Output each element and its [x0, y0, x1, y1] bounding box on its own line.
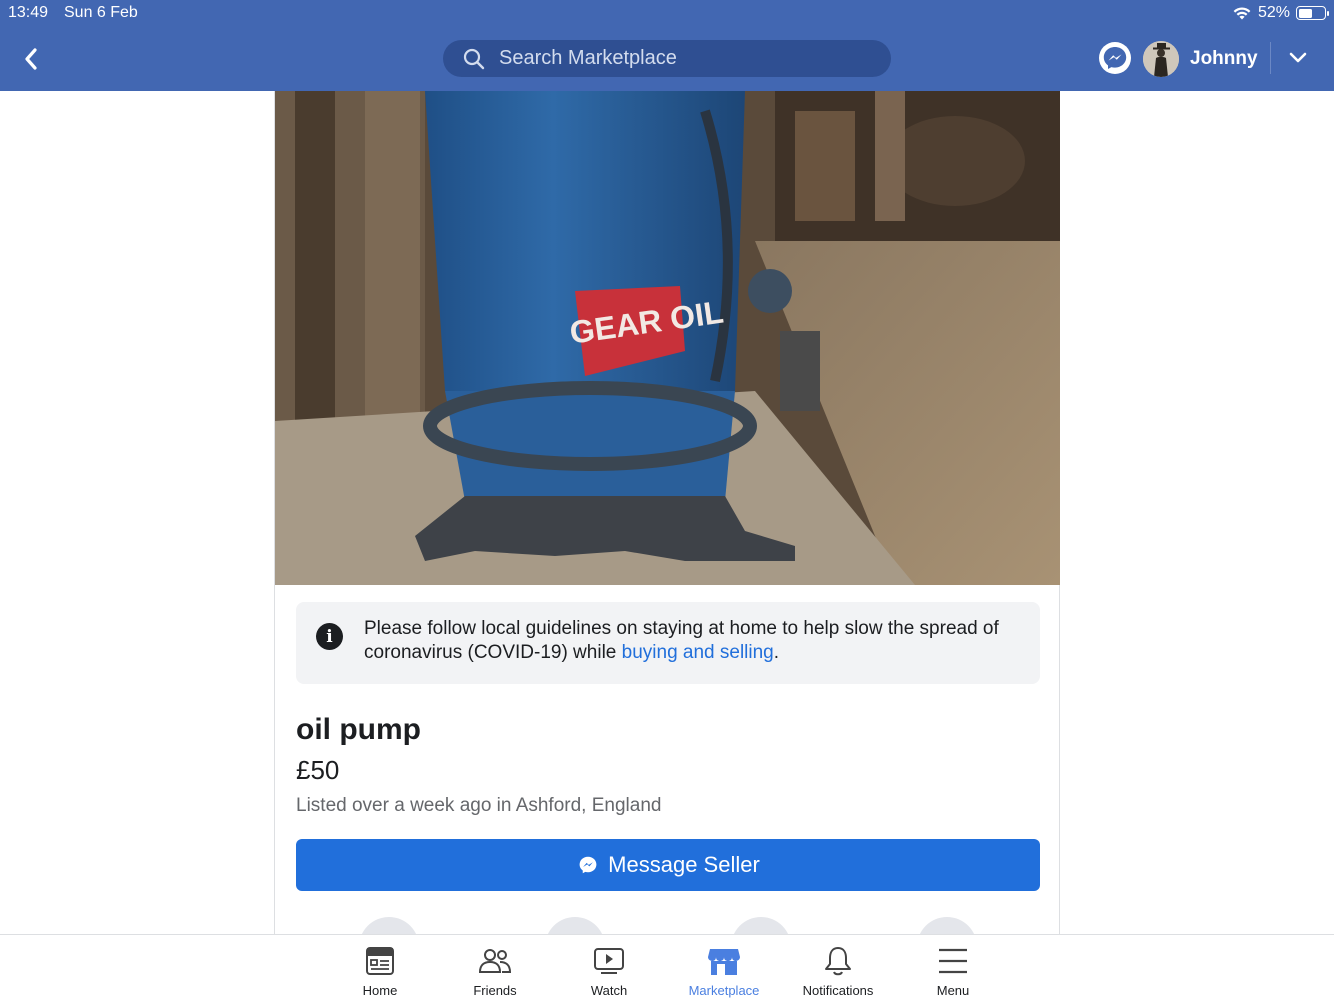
battery-percent: 52% [1257, 4, 1290, 21]
watch-icon [594, 948, 624, 974]
home-feed-icon [366, 947, 394, 975]
search-input[interactable] [499, 47, 859, 70]
tab-label-notifications: Notifications [802, 983, 874, 998]
status-indicators: 52% [1232, 4, 1329, 22]
status-bar: 13:49 Sun 6 Feb 52% [0, 0, 1334, 26]
app-root: 13:49 Sun 6 Feb 52% Search Marketplace J… [0, 0, 1334, 1000]
bottom-tab-bar: Home Friends Watch Marketplace Notificat… [0, 934, 1334, 1000]
chevron-down-icon [1289, 52, 1307, 63]
covid-notice: i Please follow local guidelines on stay… [296, 602, 1040, 684]
listing-meta: Listed over a week ago in Ashford, Engla… [296, 795, 662, 816]
notice-text: Please follow local guidelines on stayin… [364, 617, 1024, 665]
hamburger-icon [939, 948, 967, 974]
tab-label-marketplace: Marketplace [688, 983, 760, 998]
profile-photo [1143, 41, 1179, 77]
tab-friends[interactable]: Friends [440, 943, 550, 998]
messenger-icon [579, 856, 597, 874]
header-divider [1270, 42, 1271, 74]
info-icon: i [316, 623, 343, 650]
tab-label-menu: Menu [936, 983, 970, 998]
listing-price: £50 [296, 755, 340, 785]
tab-notifications[interactable]: Notifications [783, 943, 893, 998]
status-time: 13:49 [8, 4, 49, 21]
buying-and-selling-link[interactable]: buying and selling [622, 642, 774, 663]
oil-pump-photo: GEAR OIL [275, 91, 1060, 585]
search-icon [463, 48, 485, 69]
account-menu-button[interactable] [1284, 46, 1312, 70]
avatar[interactable] [1143, 41, 1179, 77]
notice-end: . [773, 642, 780, 663]
tab-marketplace[interactable]: Marketplace [669, 943, 779, 998]
chevron-left-icon [25, 48, 37, 70]
battery-fill [1298, 8, 1312, 18]
tab-label-watch: Watch [590, 983, 628, 998]
marketplace-icon [708, 949, 740, 975]
messenger-icon [1103, 47, 1127, 69]
tab-menu[interactable]: Menu [898, 943, 1008, 998]
tab-label-home: Home [362, 983, 398, 998]
status-date: Sun 6 Feb [64, 4, 138, 21]
message-seller-label: Message Seller [608, 852, 760, 877]
tab-watch[interactable]: Watch [554, 943, 664, 998]
bell-icon [825, 947, 851, 976]
battery-icon [1296, 6, 1329, 20]
message-seller-button[interactable]: Message Seller [296, 839, 1040, 891]
top-nav-bar: Johnny [0, 26, 1334, 91]
listing-photo[interactable]: GEAR OIL [275, 91, 1060, 585]
friends-icon [478, 949, 512, 973]
tab-home[interactable]: Home [325, 943, 435, 998]
tab-label-friends: Friends [473, 983, 517, 998]
search-bar[interactable] [443, 40, 891, 77]
listing-card: GEAR OIL i Please follow local guideline… [274, 91, 1060, 977]
listing-title: oil pump [296, 713, 421, 746]
back-button[interactable] [14, 42, 48, 76]
wifi-icon [1233, 7, 1251, 20]
messenger-button[interactable] [1099, 42, 1131, 74]
username[interactable]: Johnny [1190, 48, 1258, 70]
